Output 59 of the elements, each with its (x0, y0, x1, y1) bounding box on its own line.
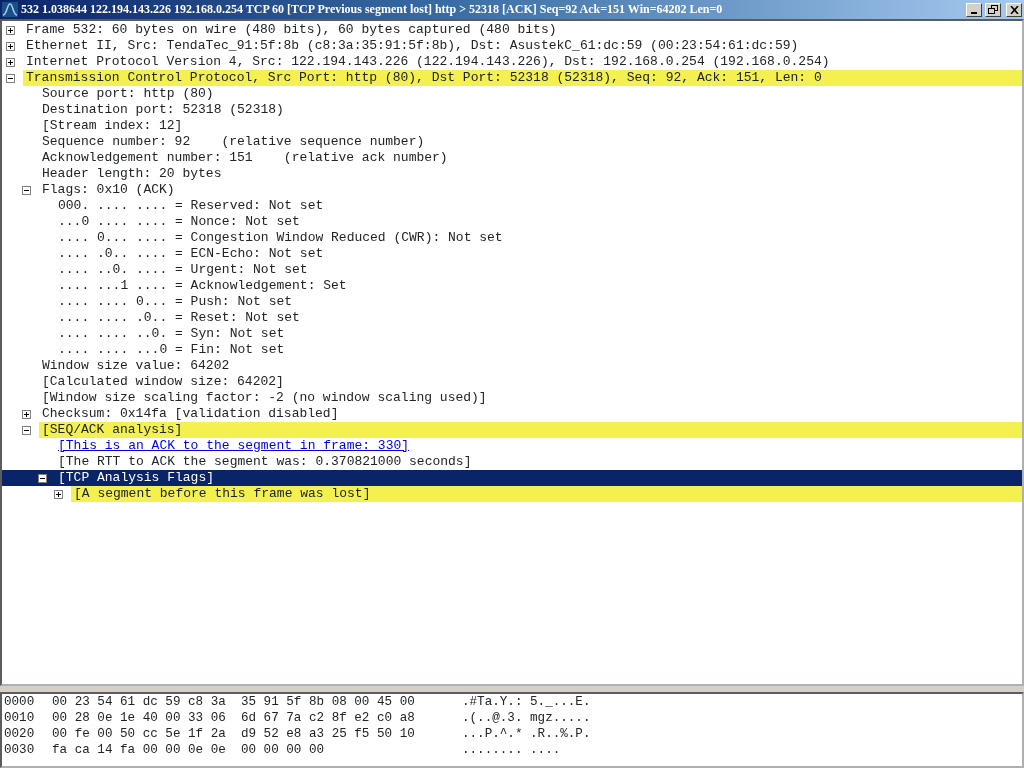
expand-icon[interactable] (6, 25, 15, 35)
tree-item[interactable]: Transmission Control Protocol, Src Port: http (80), Dst Port: 52318 (52318), Seq: 92, Ack: 151, Len: 0 (23, 70, 1022, 86)
hex-bytes: 00 fe 00 50 cc 5e 1f 2a d9 52 e8 a3 25 f5 50 10 (52, 726, 416, 742)
restore-icon (988, 5, 998, 14)
tree-item[interactable]: .... .... .0.. = Reset: Not set (55, 310, 303, 326)
tree-item[interactable]: Destination port: 52318 (52318) (39, 102, 287, 118)
tree-item[interactable]: ...0 .... .... = Nonce: Not set (55, 214, 303, 230)
tree-item[interactable]: 000. .... .... = Reserved: Not set (55, 198, 327, 214)
tree-item[interactable]: .... 0... .... = Congestion Window Reduced (CWR): Not set (55, 230, 506, 246)
window-title: 532 1.038644 122.194.143.226 192.168.0.254 TCP 60 [TCP Previous segment lost] http > 52318 [ACK] Seq=92 Ack=151 Win=64202 Len=0 (21, 2, 724, 17)
tree-item[interactable]: [Stream index: 12] (39, 118, 186, 134)
collapse-icon[interactable] (38, 473, 47, 483)
tree-item[interactable]: Source port: http (80) (39, 86, 217, 102)
tree-item[interactable]: .... .... ..0. = Syn: Not set (55, 326, 288, 342)
tree-item[interactable]: .... .... ...0 = Fin: Not set (55, 342, 288, 358)
app-icon (2, 2, 18, 17)
expand-icon[interactable] (54, 489, 63, 499)
tree-item[interactable]: .... ..0. .... = Urgent: Not set (55, 262, 311, 278)
hex-offset: 0030 (4, 742, 36, 758)
expand-icon[interactable] (22, 409, 31, 419)
tree-item[interactable]: .... .... 0... = Push: Not set (55, 294, 296, 310)
hex-ascii: ...P.^.* .R..%.P. (462, 726, 591, 742)
hex-offset: 0020 (4, 726, 36, 742)
minimize-button[interactable] (966, 2, 982, 17)
tree-item[interactable]: Internet Protocol Version 4, Src: 122.194.143.226 (122.194.143.226), Dst: 192.168.0.254 (192.168.0.254) (23, 54, 833, 70)
collapse-icon[interactable] (22, 425, 31, 435)
tree-item[interactable]: [TCP Analysis Flags] (55, 470, 218, 486)
tree-item[interactable]: .... .0.. .... = ECN-Echo: Not set (55, 246, 327, 262)
expand-icon[interactable] (6, 57, 15, 67)
tree-item[interactable]: [The RTT to ACK the segment was: 0.370821000 seconds] (55, 454, 475, 470)
hex-offset: 0010 (4, 710, 36, 726)
tree-item[interactable]: Frame 532: 60 bytes on wire (480 bits), 60 bytes captured (480 bits) (23, 22, 560, 38)
hex-ascii: .(..@.3. mgz..... (462, 710, 591, 726)
hex-bytes: 00 23 54 61 dc 59 c8 3a 35 91 5f 8b 08 00 45 00 (52, 694, 416, 710)
hex-offset: 0000 (4, 694, 36, 710)
tree-item[interactable]: Window size value: 64202 (39, 358, 233, 374)
collapse-icon[interactable] (6, 73, 15, 83)
hex-bytes: fa ca 14 fa 00 00 0e 0e 00 00 00 00 (52, 742, 326, 758)
tree-item[interactable]: Header length: 20 bytes (39, 166, 225, 182)
tree-item[interactable]: Sequence number: 92 (relative sequence number) (39, 134, 428, 150)
tree-item[interactable]: [Calculated window size: 64202] (39, 374, 287, 390)
tree-item[interactable]: [SEQ/ACK analysis] (39, 422, 1022, 438)
hex-bytes: 00 28 0e 1e 40 00 33 06 6d 67 7a c2 8f e2 c0 a8 (52, 710, 416, 726)
restore-button[interactable] (985, 2, 1001, 17)
tree-item[interactable]: Checksum: 0x14fa [validation disabled] (39, 406, 342, 422)
close-icon (1009, 5, 1019, 14)
close-button[interactable] (1006, 2, 1022, 17)
tree-item[interactable]: [A segment before this frame was lost] (71, 486, 1022, 502)
tree-item[interactable]: Acknowledgement number: 151 (relative ack number) (39, 150, 451, 166)
minimize-icon (971, 11, 977, 14)
collapse-icon[interactable] (22, 185, 31, 195)
frame-link[interactable]: [This is an ACK to the segment in frame: 330] (55, 438, 413, 454)
tree-item[interactable]: Ethernet II, Src: TendaTec_91:5f:8b (c8:3a:35:91:5f:8b), Dst: AsustekC_61:dc:59 (00:23:54:61:dc:59) (23, 38, 802, 54)
hex-ascii: ........ .... (462, 742, 561, 758)
tree-item[interactable]: [Window size scaling factor: -2 (no window scaling used)] (39, 390, 490, 406)
expand-icon[interactable] (6, 41, 15, 51)
hex-ascii: .#Ta.Y.: 5._...E. (462, 694, 591, 710)
tree-item[interactable]: Flags: 0x10 (ACK) (39, 182, 178, 198)
tree-item[interactable]: .... ...1 .... = Acknowledgement: Set (55, 278, 350, 294)
